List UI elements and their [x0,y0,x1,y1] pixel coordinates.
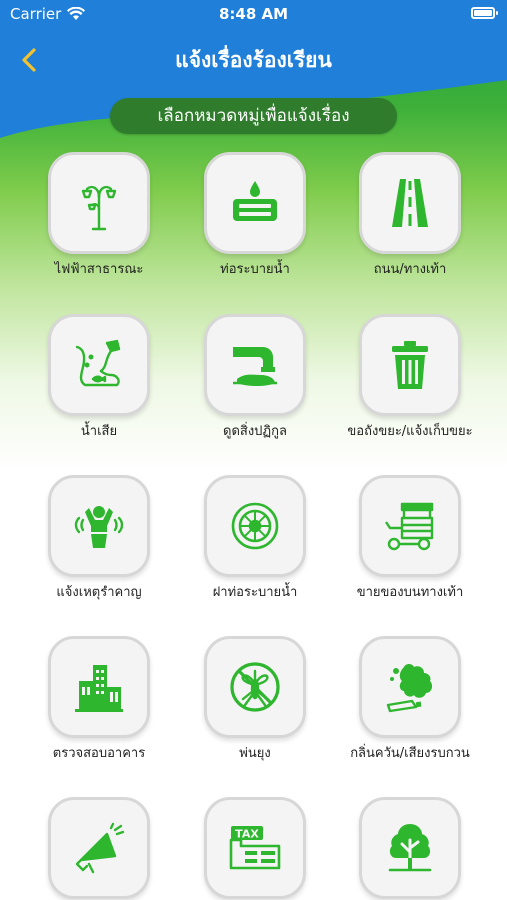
category-tile-mosquito[interactable] [204,636,306,738]
smoke-icon [386,664,433,713]
category-label: ดูดสิ่งปฏิกูล [223,424,287,439]
page-title: แจ้งเรื่องร้องเรียน [175,48,332,72]
category-label: ถนน/ทางเท้า [373,262,447,277]
category-label: ท่อระบายน้ำ [220,262,290,277]
category-label: ไฟฟ้าสาธารณะ [54,262,144,277]
category-tile-building[interactable] [48,636,150,738]
no-mosquito-icon [230,662,280,712]
building-icon [75,665,123,712]
category-label: พ่นยุง [239,746,271,761]
category-label: แจ้งเหตุรำคาญ [56,585,142,600]
category-tile-wastewater[interactable] [48,314,150,416]
category-label: กลิ่นควัน/เสียงรบกวน [350,746,470,761]
category-tile-smoke[interactable] [359,636,461,738]
sewage-suction-icon [233,347,277,386]
category-label: ตรวจสอบอาคาร [52,746,146,761]
tax-icon: TAX [229,826,281,870]
category-label: ขายของบนทางเท้า [356,585,464,600]
wastewater-icon [75,339,121,387]
category-prompt: เลือกหมวดหมู่เพื่อแจ้งเรื่อง [110,98,397,134]
category-tile-street-light[interactable] [48,152,150,254]
megaphone-icon [75,822,125,874]
category-tile-announcement[interactable] [48,797,150,899]
nuisance-icon [74,506,124,548]
category-tile-trash[interactable] [359,314,461,416]
status-bar: Carrier 8:48 AM [0,0,507,28]
category-tile-tree[interactable] [359,797,461,899]
category-label: ขอถังขยะ/แจ้งเก็บขยะ [347,424,473,439]
category-label: น้ำเสีย [80,424,118,439]
tree-icon [388,824,432,872]
category-tile-nuisance[interactable] [48,475,150,577]
category-tile-manhole[interactable] [204,475,306,577]
manhole-cover-icon [231,502,279,550]
svg-text:TAX: TAX [235,828,259,841]
category-tile-drain[interactable] [204,152,306,254]
trash-bin-icon [392,341,428,389]
status-time: 8:48 AM [218,5,289,23]
category-tile-sewage[interactable] [204,314,306,416]
drain-pipe-icon [233,181,277,221]
battery-icon [471,7,498,19]
road-icon [392,179,428,227]
category-tile-tax[interactable]: TAX [204,797,306,899]
street-lamp-icon [81,185,117,231]
category-tile-vendor[interactable] [359,475,461,577]
category-tile-road[interactable] [359,152,461,254]
category-label: ฝาท่อระบายน้ำ [212,585,298,600]
street-vendor-cart-icon [385,502,434,551]
